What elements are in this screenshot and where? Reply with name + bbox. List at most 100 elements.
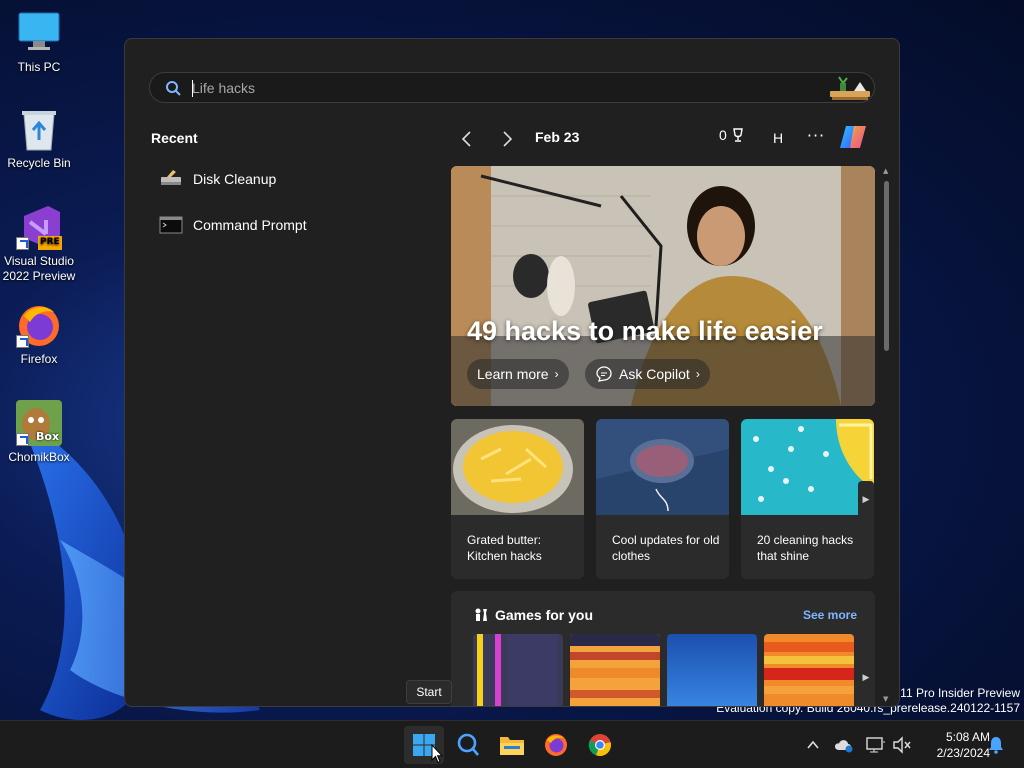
copilot-button[interactable] <box>838 122 870 152</box>
network-tray-button[interactable] <box>866 735 886 755</box>
hero-story-card[interactable]: 49 hacks to make life easier Learn more … <box>451 166 875 406</box>
chevron-right-icon: › <box>554 367 559 381</box>
start-tooltip: Start <box>406 680 452 704</box>
mouse-pointer-icon <box>431 744 443 764</box>
command-prompt-icon <box>159 215 183 235</box>
text-cursor <box>192 80 193 97</box>
desktop-icon-this-pc[interactable]: This PC <box>2 10 76 75</box>
monitor-icon <box>16 10 62 56</box>
learn-more-button[interactable]: Learn more › <box>467 359 569 389</box>
volume-tray-button[interactable] <box>892 735 912 755</box>
game-tile-art <box>473 634 563 706</box>
ask-copilot-button[interactable]: Ask Copilot › <box>585 359 710 389</box>
recent-item-label: Disk Cleanup <box>193 171 277 187</box>
card-caption: Cool updates for old clothes <box>612 533 720 563</box>
account-avatar[interactable]: H <box>766 126 790 150</box>
folder-icon <box>500 737 524 755</box>
more-options-button[interactable]: ··· <box>804 125 828 149</box>
chevron-left-icon <box>461 131 471 147</box>
search-box[interactable] <box>149 72 875 103</box>
onedrive-tray-button[interactable] <box>834 735 854 755</box>
feed-date: Feb 23 <box>535 129 580 145</box>
rewards-points[interactable]: 0 <box>719 127 746 143</box>
triangle-right-icon: ▶ <box>862 673 870 683</box>
desktop-icon-recycle-bin[interactable]: Recycle Bin <box>2 106 76 171</box>
file-explorer-button[interactable] <box>492 726 532 764</box>
shortcut-arrow-icon <box>16 237 29 250</box>
show-hidden-icons-button[interactable] <box>803 735 823 755</box>
bell-icon <box>989 737 1003 754</box>
scroll-down-icon[interactable]: ▼ <box>883 695 888 703</box>
recent-item-command-prompt[interactable]: Command Prompt <box>159 211 307 239</box>
desktop-icon-label: ChomikBox <box>8 450 70 464</box>
game-tile[interactable] <box>570 634 660 706</box>
shortcut-arrow-icon <box>16 433 29 446</box>
notifications-button[interactable] <box>986 735 1006 755</box>
chrome-icon <box>588 734 611 757</box>
desktop-icon-label: Recycle Bin <box>7 156 71 170</box>
recent-heading: Recent <box>151 130 198 146</box>
clock-time: 5:08 AM <box>945 730 990 744</box>
points-count: 0 <box>719 127 727 143</box>
scroll-up-icon[interactable]: ▲ <box>883 167 888 175</box>
desktop-icon-chomikbox[interactable]: Box ChomikBox <box>2 400 76 465</box>
recent-item-disk-cleanup[interactable]: Disk Cleanup <box>159 165 276 193</box>
card-caption: 20 cleaning hacks that shine <box>757 533 854 563</box>
chevron-right-icon <box>503 131 513 147</box>
search-highlight-art-icon <box>830 76 870 100</box>
chess-pieces-icon <box>475 608 487 621</box>
triangle-right-icon: ▶ <box>862 495 870 505</box>
game-tile-art <box>667 634 757 706</box>
cloud-icon <box>835 740 853 753</box>
chomikbox-icon: Box <box>16 400 62 446</box>
desktop-icon-visual-studio[interactable]: PRE Visual Studio 2022 Preview <box>2 204 76 284</box>
games-scroll-right-button[interactable]: ▶ <box>858 659 874 697</box>
desktop-icon-label: Visual Studio 2022 Preview <box>2 254 76 283</box>
learn-more-label: Learn more <box>477 366 549 382</box>
firefox-icon <box>16 302 62 348</box>
firefox-icon <box>545 734 567 756</box>
trophy-icon <box>732 128 743 142</box>
news-card-cleaning-hacks[interactable]: 20 cleaning hacks that shine <box>741 419 874 579</box>
game-tile[interactable] <box>667 634 757 706</box>
search-icon <box>457 733 479 756</box>
see-more-link[interactable]: See more <box>803 608 857 622</box>
game-tile-art <box>570 634 660 706</box>
game-tile[interactable] <box>473 634 563 706</box>
taskbar-search-button[interactable] <box>448 726 488 764</box>
desktop-icon-label: Firefox <box>20 352 58 366</box>
game-tile[interactable] <box>764 634 854 706</box>
hero-title: 49 hacks to make life easier <box>467 316 823 346</box>
firefox-taskbar-button[interactable] <box>536 726 576 764</box>
search-input[interactable] <box>192 77 792 99</box>
chevron-right-icon: › <box>695 367 700 381</box>
chrome-taskbar-button[interactable] <box>580 726 620 764</box>
previous-button[interactable] <box>456 128 478 150</box>
ask-copilot-label: Ask Copilot <box>619 366 690 382</box>
news-card-old-clothes[interactable]: Cool updates for old clothes <box>596 419 729 579</box>
system-clock[interactable]: 5:08 AM 2/23/2024 <box>918 729 990 761</box>
speaker-muted-icon <box>893 736 911 754</box>
game-tile-art <box>764 634 854 706</box>
recent-item-label: Command Prompt <box>193 217 307 233</box>
cards-scroll-right-button[interactable]: ▶ <box>858 481 874 519</box>
games-for-you-section: Games for you See more ▶ <box>451 591 875 706</box>
card-image-old-clothes <box>596 419 729 515</box>
scrollbar-thumb[interactable] <box>884 181 889 351</box>
clock-date: 2/23/2024 <box>936 746 990 760</box>
chomikbox-badge: Box <box>36 430 60 443</box>
taskbar: 5:08 AM 2/23/2024 <box>0 720 1024 768</box>
next-button[interactable] <box>496 128 518 150</box>
start-menu: Recent Disk Cleanup Command Prompt Feb 2… <box>124 38 900 707</box>
desktop-icon-label: This PC <box>17 60 61 74</box>
news-card-grated-butter[interactable]: Grated butter: Kitchen hacks <box>451 419 584 579</box>
card-image-cleaning-hacks <box>741 419 874 515</box>
card-caption: Grated butter: Kitchen hacks <box>467 533 542 563</box>
card-image-grated-butter <box>451 419 584 515</box>
feed-scrollbar[interactable]: ▲ ▼ <box>882 167 892 706</box>
shortcut-arrow-icon <box>16 335 29 348</box>
desktop-icon-firefox[interactable]: Firefox <box>2 302 76 367</box>
preview-badge: PRE <box>40 237 60 247</box>
recycle-bin-icon <box>16 106 62 152</box>
copilot-icon <box>840 126 866 148</box>
